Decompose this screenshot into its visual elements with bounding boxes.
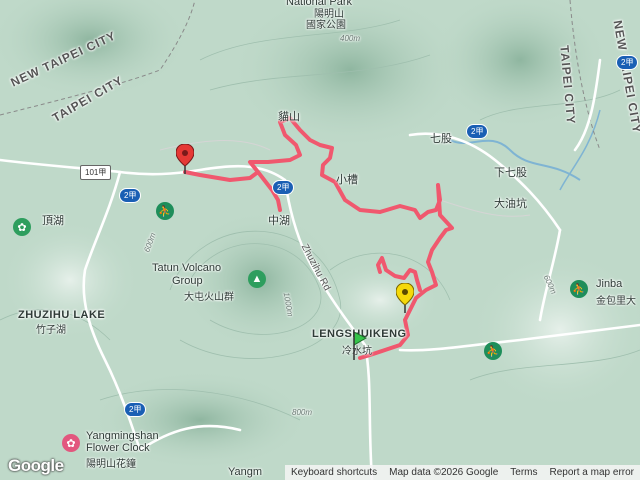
route-shield-2a-5: 2甲 xyxy=(124,402,147,417)
flowerclock-en1-label: Yangmingshan xyxy=(86,430,159,442)
flower-clock-icon[interactable]: ✿ xyxy=(62,434,80,452)
national-park-zh2-label: 國家公園 xyxy=(306,20,346,31)
tatun-en2-label: Group xyxy=(172,275,203,287)
elev-label-400: 400m xyxy=(340,34,361,43)
jinbao-zh-label: 金包里大 xyxy=(596,296,636,307)
zhuzihu-zh-label: 竹子湖 xyxy=(36,325,66,336)
map-data-text: Map data ©2026 Google xyxy=(389,467,499,478)
keyboard-shortcuts-link[interactable]: Keyboard shortcuts xyxy=(285,465,383,480)
tatun-en1-label: Tatun Volcano xyxy=(152,262,222,274)
route-shield-2a-3: 2甲 xyxy=(466,124,489,139)
jinbao-en-label: Jinba xyxy=(596,278,623,290)
google-logo: Google xyxy=(8,456,64,475)
flowerclock-zh-label: 陽明山花鐘 xyxy=(86,459,136,470)
report-error-link[interactable]: Report a map error xyxy=(544,465,640,480)
hiking-icon-3[interactable]: ⛹ xyxy=(570,280,588,298)
place-label-dayoukeng: 大油坑 xyxy=(494,198,527,210)
flower-icon[interactable]: ✿ xyxy=(13,218,31,236)
volcano-icon[interactable]: ▲ xyxy=(248,270,266,288)
green-flag-icon[interactable] xyxy=(352,332,368,360)
flowerclock-en2-label: Flower Clock xyxy=(86,442,150,454)
zhuzihu-en-label: ZHUZIHU LAKE xyxy=(18,309,106,321)
route-shield-101a: 101甲 xyxy=(80,165,112,180)
terrain-layer xyxy=(0,0,640,480)
hiking-icon-2[interactable]: ⛹ xyxy=(484,342,502,360)
elev-label-800: 800m xyxy=(292,408,313,417)
place-label-xia-qigu: 下七股 xyxy=(494,167,527,179)
place-label-yangm: Yangm xyxy=(228,466,263,478)
route-shield-2a-1: 2甲 xyxy=(119,188,142,203)
red-pin-icon[interactable] xyxy=(176,144,194,174)
tatun-zh-label: 大屯火山群 xyxy=(184,292,234,303)
place-label-zhonghu: 中湖 xyxy=(268,215,290,227)
route-shield-2a-2: 2甲 xyxy=(272,180,295,195)
route-shield-2a-4: 2甲 xyxy=(616,55,639,70)
place-label-qigu: 七股 xyxy=(430,133,452,145)
terms-link[interactable]: Terms xyxy=(504,465,543,480)
place-label-dinghu: 頂湖 xyxy=(42,215,64,227)
hiking-icon[interactable]: ⛹ xyxy=(156,202,174,220)
map-canvas[interactable]: NEW TAIPEI CITY TAIPEI CITY TAIPEI CITY … xyxy=(0,0,640,480)
peak-label: 貓山 xyxy=(278,111,300,123)
place-label-xiaocao: 小槽 xyxy=(336,174,358,186)
yellow-pin-icon[interactable] xyxy=(396,283,414,313)
attribution-bar: Keyboard shortcuts Map data ©2026 Google… xyxy=(284,465,640,480)
